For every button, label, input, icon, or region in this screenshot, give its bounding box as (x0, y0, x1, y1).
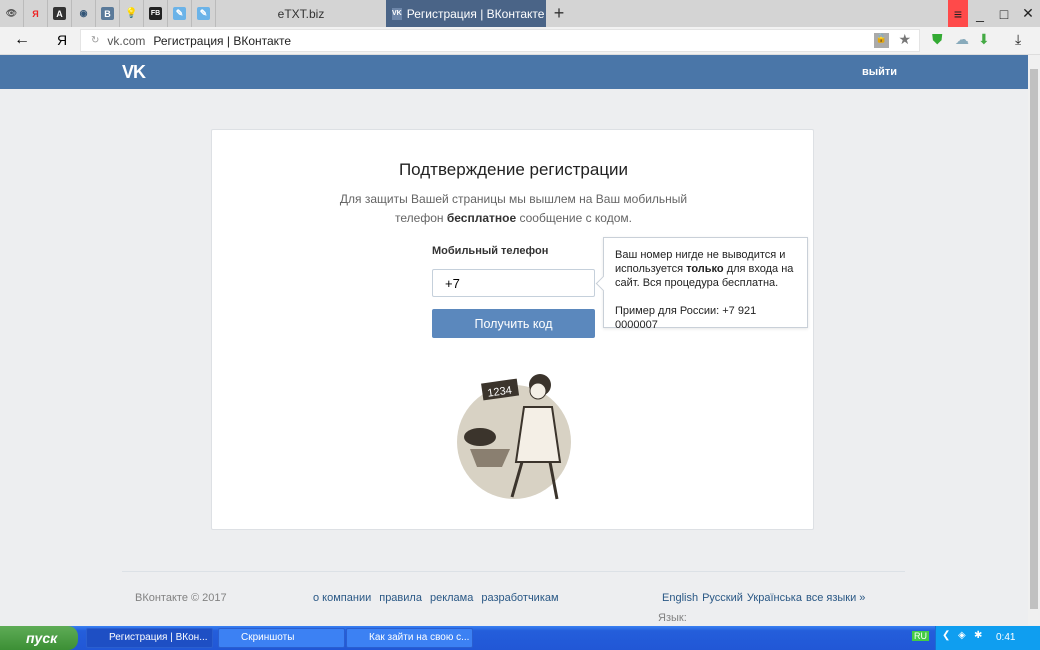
note-icon: ✎ (173, 7, 186, 20)
menu-icon[interactable]: ≡ (948, 0, 968, 27)
lang-all[interactable]: все языки » (806, 592, 865, 604)
maximize-button[interactable]: □ (992, 0, 1016, 27)
bulb-icon: 💡 (125, 8, 138, 19)
lang-ukrainian[interactable]: Українська (747, 592, 802, 604)
footer-link-developers[interactable]: разработчикам (481, 592, 558, 604)
registration-card: Подтверждение регистрации Для защиты Ваш… (211, 129, 814, 530)
footer-link-about[interactable]: о компании (313, 592, 371, 604)
pinned-tab[interactable]: ◉ (72, 0, 96, 27)
desc-text: сообщение с кодом. (516, 211, 632, 225)
pinned-tab[interactable]: FB (144, 0, 168, 27)
window-controls: ≡ _ □ ✕ (948, 0, 1040, 27)
tray-expand-icon[interactable]: ❮ (942, 630, 950, 641)
footer: ВКонтакте © 2017 о компании правила реклам… (122, 571, 905, 624)
address-title: Регистрация | ВКонтакте (153, 33, 292, 48)
address-bar[interactable]: ↻ vk.com Регистрация | ВКонтакте 🔒 ★ (80, 29, 920, 52)
taskbar-item-doc[interactable]: Как зайти на свою с... (346, 628, 473, 648)
page-title: Подтверждение регистрации (398, 160, 629, 179)
copyright: ВКонтакте © 2017 (135, 592, 227, 604)
clock: 0:41 (996, 632, 1016, 643)
vk-header: VK выйти (0, 55, 1028, 89)
eye-icon: 👁 (5, 8, 18, 18)
pinned-tab[interactable]: ✎ (168, 0, 192, 27)
new-tab-button[interactable]: + (546, 0, 572, 27)
cloud-icon[interactable]: ☁ (955, 31, 969, 48)
language-indicator[interactable]: RU (912, 631, 929, 641)
lang-english[interactable]: English (662, 592, 698, 604)
address-bar-row: ← Я ↻ vk.com Регистрация | ВКонтакте 🔒 ★… (0, 27, 1040, 55)
tab-label: Регистрация | ВКонтакте (406, 6, 545, 21)
yandex-icon: Я (32, 8, 39, 19)
yandex-button[interactable]: Я (57, 32, 67, 48)
start-button[interactable]: пуск (0, 626, 78, 650)
pinned-tab[interactable]: ✎ (192, 0, 216, 27)
tab-active[interactable]: VKРегистрация | ВКонтакте✕ (386, 0, 546, 27)
logout-link[interactable]: выйти (862, 66, 897, 78)
vk-icon: VK (392, 7, 402, 20)
telephone (464, 428, 496, 446)
close-button[interactable]: ✕ (1016, 0, 1040, 27)
tab-etxt[interactable]: eTXT.biz (216, 0, 386, 27)
pinned-tab[interactable]: A (48, 0, 72, 27)
note-icon: ✎ (197, 7, 210, 20)
taskbar: пуск Регистрация | ВКон... Скриншоты Как… (0, 626, 1040, 650)
bookmark-star-icon[interactable]: ★ (898, 31, 911, 48)
pinned-tab[interactable]: B (96, 0, 120, 27)
a-icon: A (53, 7, 66, 20)
fb-icon: FB (149, 7, 162, 20)
reload-icon[interactable]: ↻ (91, 35, 99, 46)
taskbar-item-folder[interactable]: Скриншоты (218, 628, 345, 648)
footer-link-rules[interactable]: правила (379, 592, 422, 604)
tab-bar: 👁 Я A ◉ B 💡 FB ✎ ✎ eTXT.biz VK Регистраци… (0, 0, 1040, 27)
pinned-tab[interactable]: Я (24, 0, 48, 27)
pinned-tab[interactable]: 👁 (0, 0, 24, 27)
minimize-button[interactable]: _ (968, 0, 992, 27)
globe-icon: ◉ (79, 8, 88, 18)
girl-with-phone-illustration: 1234 (457, 374, 571, 500)
phone-tooltip: Ваш номер нигде не выводится и используе… (603, 237, 808, 331)
scrollbar-thumb[interactable] (1030, 69, 1038, 609)
pinned-tab[interactable]: 💡 (120, 0, 144, 27)
phone-label: Мобильный телефон (432, 245, 549, 257)
downloads-icon[interactable]: ⤓ (1015, 31, 1021, 48)
desc-bold: бесплатное (446, 211, 517, 225)
tab-label: eTXT.biz (277, 6, 325, 21)
taskbar-item-browser[interactable]: Регистрация | ВКон... (86, 628, 213, 648)
lang-russian[interactable]: Русский (702, 592, 743, 604)
system-tray: RU ❮ ◈ ✱ 0:41 (912, 626, 1040, 650)
lock-icon[interactable]: 🔒 (874, 33, 889, 48)
vk-b-icon: B (101, 7, 114, 20)
bluetooth-icon: ✱ (974, 630, 983, 641)
footer-link-ads[interactable]: реклама (430, 592, 473, 604)
address-domain: vk.com (107, 33, 146, 48)
tip-example: Пример для России: +7 921 0000007 (615, 305, 757, 331)
download-arrow-extension-icon[interactable]: ⬇ (978, 31, 990, 48)
phone-input[interactable] (432, 269, 595, 297)
vk-logo[interactable]: VK (122, 62, 146, 83)
tip-bold: только (686, 263, 724, 275)
lang-label: Язык: (658, 612, 687, 624)
scrollbar[interactable] (1028, 55, 1040, 625)
back-icon[interactable]: ← (14, 31, 30, 49)
get-code-button[interactable]: Получить код (432, 309, 595, 338)
adguard-shield-icon[interactable]: ⛊ (932, 31, 943, 48)
description: Для защиты Вашей страницы мы вышлем на В… (332, 190, 695, 228)
dress (514, 406, 562, 463)
face (529, 382, 547, 400)
network-icon: ◈ (958, 630, 966, 641)
